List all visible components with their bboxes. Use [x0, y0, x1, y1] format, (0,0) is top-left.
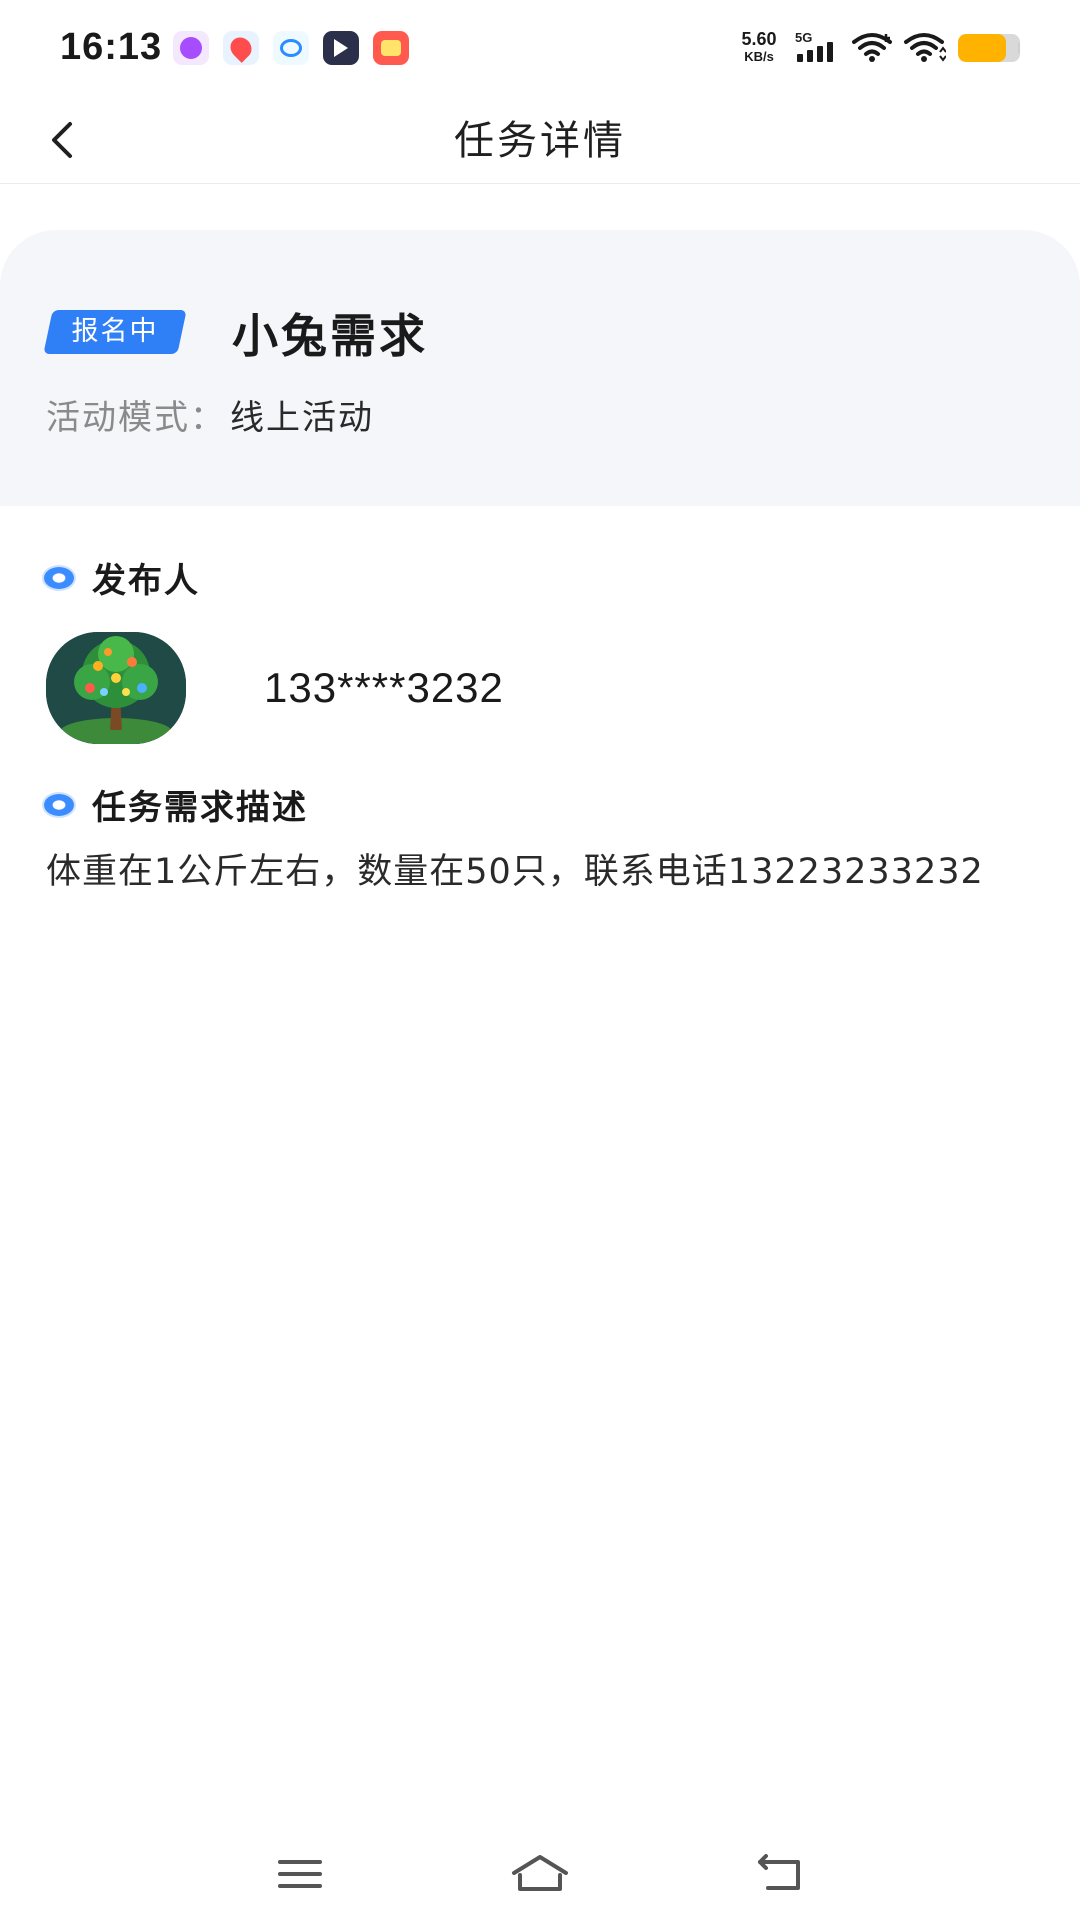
publisher-section-heading: 发布人	[44, 553, 200, 602]
back-icon	[758, 1854, 800, 1890]
publisher-row[interactable]: 133****3232	[46, 632, 504, 744]
home-button[interactable]	[508, 1846, 572, 1902]
wifi-icon	[904, 33, 946, 62]
menu-icon	[278, 1860, 322, 1888]
video-player-app-icon	[323, 31, 359, 65]
status-badge-label: 报名中	[71, 316, 159, 347]
description-section-title: 任务需求描述	[92, 788, 308, 828]
home-icon	[512, 1855, 568, 1891]
publisher-phone: 133****3232	[264, 664, 504, 711]
activity-mode-value: 线上活动	[230, 398, 374, 438]
network-speed-unit: KB/s	[744, 49, 774, 64]
page-title: 任务详情	[454, 118, 626, 164]
notification-icons	[173, 31, 409, 65]
avatar[interactable]	[46, 632, 186, 744]
status-bar: 16:13 5.60 KB/s 5G	[0, 0, 1080, 96]
publisher-section-title: 发布人	[92, 561, 200, 601]
map-pin-app-icon	[223, 31, 259, 65]
task-header-card: 报名中 小兔需求 活动模式： 线上活动	[0, 230, 1080, 506]
section-dot-icon	[44, 566, 74, 589]
description-section-heading: 任务需求描述	[44, 780, 308, 829]
network-speed-value: 5.60	[741, 29, 777, 49]
activity-mode: 活动模式： 线上活动	[46, 390, 374, 439]
task-title: 小兔需求	[232, 309, 428, 363]
network-speed: 5.60 KB/s	[734, 30, 784, 63]
battery-level	[958, 34, 1007, 62]
wifi-icon	[852, 33, 892, 62]
assistant-app-icon	[173, 31, 209, 65]
game-app-icon	[373, 31, 409, 65]
back-nav-button[interactable]	[748, 1846, 812, 1902]
system-nav-bar	[0, 1836, 1080, 1920]
activity-mode-label: 活动模式：	[46, 398, 226, 438]
menu-button[interactable]	[268, 1846, 332, 1902]
task-detail-screen: 16:13 5.60 KB/s 5G 任务详情 报名中 小兔需求 活动模式： 线…	[0, 0, 1080, 1920]
section-dot-icon	[44, 793, 74, 816]
status-time: 16:13	[60, 26, 163, 68]
tree-avatar	[46, 632, 186, 744]
battery-icon	[958, 34, 1020, 62]
nav-bar: 任务详情	[0, 96, 1080, 184]
task-description: 体重在1公斤左右，数量在50只，联系电话13223233232	[46, 852, 984, 892]
chat-app-icon	[273, 31, 309, 65]
cellular-signal-icon: 5G	[795, 30, 841, 62]
